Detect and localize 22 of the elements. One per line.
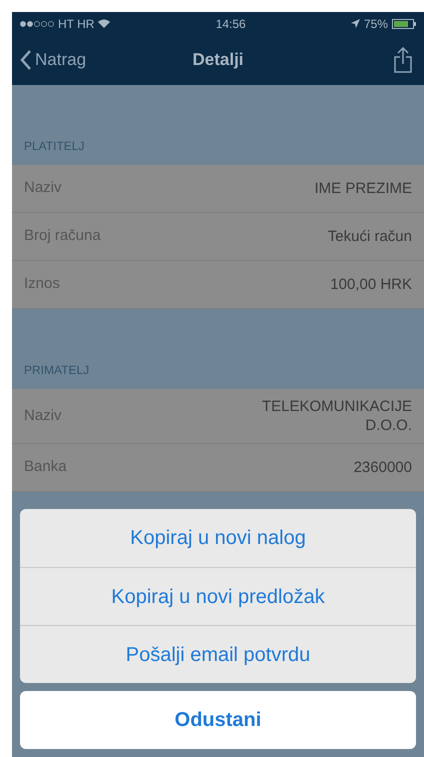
share-icon	[394, 47, 412, 73]
action-sheet-option[interactable]: Kopiraj u novi nalog	[20, 509, 416, 567]
chevron-left-icon	[20, 50, 31, 70]
row-value: Tekući račun	[326, 227, 412, 246]
signal-icon	[20, 20, 54, 26]
row-value: TELEKOMUNIKACIJE D.O.O.	[260, 397, 412, 435]
carrier-name: HT HR	[58, 16, 94, 32]
wifi-icon	[98, 19, 110, 28]
action-sheet-option[interactable]: Kopiraj u novi predložak	[20, 567, 416, 625]
row-value: 100,00 HRK	[329, 275, 412, 294]
action-sheet-option[interactable]: Pošalji email potvrdu	[20, 625, 416, 683]
status-time: 14:56	[216, 16, 246, 32]
row-value: IME PREZIME	[313, 179, 412, 198]
cancel-button[interactable]: Odustani	[20, 691, 416, 749]
section-header: PRIMATELJ	[23, 362, 90, 379]
row-value: 2360000	[352, 458, 412, 477]
location-icon	[350, 19, 360, 28]
battery-percent: 75%	[364, 16, 388, 32]
section-header: PLATITELJ	[23, 138, 86, 155]
back-button[interactable]: Natrag	[20, 47, 86, 73]
battery-icon	[392, 18, 416, 28]
nav-title: Detalji	[192, 49, 244, 72]
